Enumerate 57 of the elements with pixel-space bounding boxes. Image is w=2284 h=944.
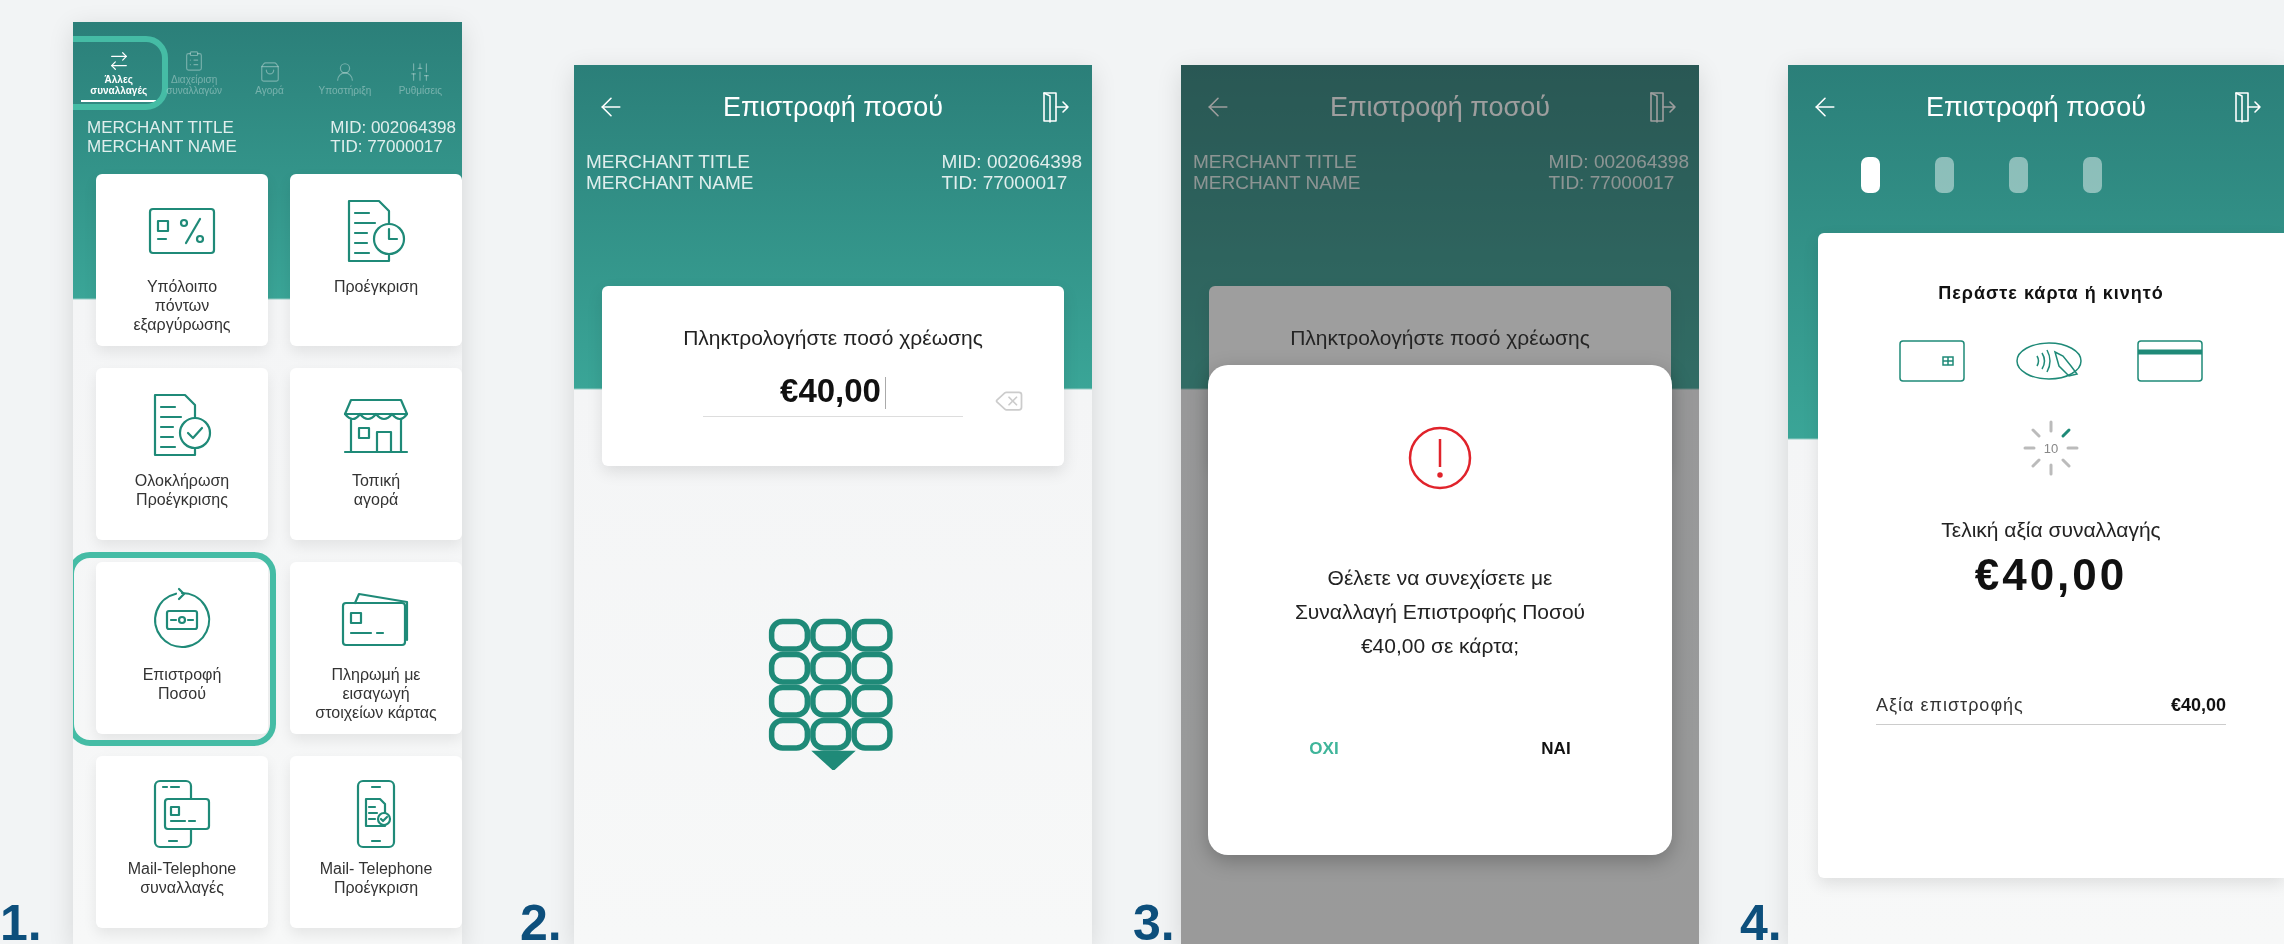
merchant-id: MID: 002064398: [330, 118, 456, 138]
screen-title: Επιστροφή ποσού: [721, 91, 945, 123]
exit-icon[interactable]: [1647, 91, 1677, 123]
countdown-spinner: 10: [2021, 418, 2081, 478]
total-label: Τελική αξία συναλλαγής: [1941, 518, 2161, 542]
menu-tile[interactable]: Προέγκριση: [290, 174, 462, 347]
tile-label: Ολοκλήρωση Προέγκρισης: [134, 472, 230, 510]
refund-label: Αξία επιστροφής: [1876, 695, 2024, 716]
tile-label: Υπόλοιπο πόντων εξαργύρωσης: [133, 278, 231, 335]
bag-icon: [258, 60, 281, 83]
amount-field[interactable]: €40,00: [703, 371, 963, 417]
menu-tile[interactable]: Τοπική αγορά: [290, 368, 462, 541]
card-prompt: Περάστε κάρτα ή κινητό: [1938, 283, 2164, 304]
refund-amount: €40,00: [2170, 695, 2226, 716]
merchant-title: MERCHANT TITLE: [1193, 151, 1358, 173]
menu-tile[interactable]: Επιστροφή Ποσού: [96, 562, 268, 735]
magstripe-card-icon: [2137, 340, 2203, 382]
tile-label: Πληρωμή με εισαγωγή στοιχείων κάρτας: [315, 666, 437, 723]
tile-label: Προέγκριση: [333, 278, 419, 297]
terminal-id: TID: 77000017: [941, 172, 1069, 194]
exit-icon[interactable]: [1040, 91, 1070, 123]
step-number: 4.: [1740, 898, 1782, 944]
total-amount: €40,00: [1974, 550, 2128, 600]
menu-tile[interactable]: Πληρωμή με εισαγωγή στοιχείων κάρτας: [290, 562, 462, 735]
phone-document-icon: [354, 779, 398, 850]
chip-card-icon: [1899, 340, 1965, 382]
screen-title: Επιστροφή ποσού: [1924, 91, 2148, 123]
amount-prompt: Πληκτρολογήστε ποσό χρέωσης: [683, 325, 983, 350]
dialog-message: Θέλετε να συνεχίσετε με Συναλλαγή Επιστροφής Ποσού €40,00 σε κάρτα;: [1294, 565, 1586, 660]
menu-tile[interactable]: Mail- Telephone Προέγκριση: [290, 756, 462, 929]
merchant-id: MID: 002064398: [1548, 151, 1689, 173]
tile-label: Mail- Telephone Προέγκριση: [319, 860, 433, 898]
menu-tile[interactable]: Υπόλοιπο πόντων εξαργύρωσης: [96, 174, 268, 347]
tile-label: Mail-Telephone συναλλαγές: [127, 860, 237, 898]
amount-prompt: Πληκτρολογήστε ποσό χρέωσης: [1290, 325, 1590, 350]
exit-icon[interactable]: [2232, 91, 2262, 123]
alert-icon: [1407, 425, 1473, 491]
menu-tile[interactable]: Ολοκλήρωση Προέγκρισης: [96, 368, 268, 541]
tile-label: Τοπική αγορά: [351, 472, 401, 510]
tile-label: Επιστροφή Ποσού: [142, 666, 222, 704]
terminal-id: TID: 77000017: [1548, 172, 1676, 194]
step-number: 1.: [0, 898, 42, 944]
screen-title: Επιστροφή ποσού: [1328, 91, 1552, 123]
merchant-name: MERCHANT NAME: [1193, 172, 1361, 194]
phone-card-icon: [151, 779, 213, 850]
sliders-icon: [409, 60, 432, 83]
nav-tab[interactable]: Άλλες συναλλαγές: [81, 50, 157, 102]
step-number: 2.: [520, 898, 562, 944]
merchant-name: MERCHANT NAME: [586, 172, 754, 194]
terminal-id: TID: 77000017: [330, 137, 444, 157]
step-number: 3.: [1133, 898, 1175, 944]
merchant-id: MID: 002064398: [941, 151, 1082, 173]
merchant-title: MERCHANT TITLE: [586, 151, 751, 173]
confirm-button[interactable]: ΝΑΙ: [1521, 733, 1591, 766]
merchant-title: MERCHANT TITLE: [87, 118, 235, 138]
menu-tile[interactable]: Mail-Telephone συναλλαγές: [96, 756, 268, 929]
merchant-name: MERCHANT NAME: [87, 137, 237, 157]
